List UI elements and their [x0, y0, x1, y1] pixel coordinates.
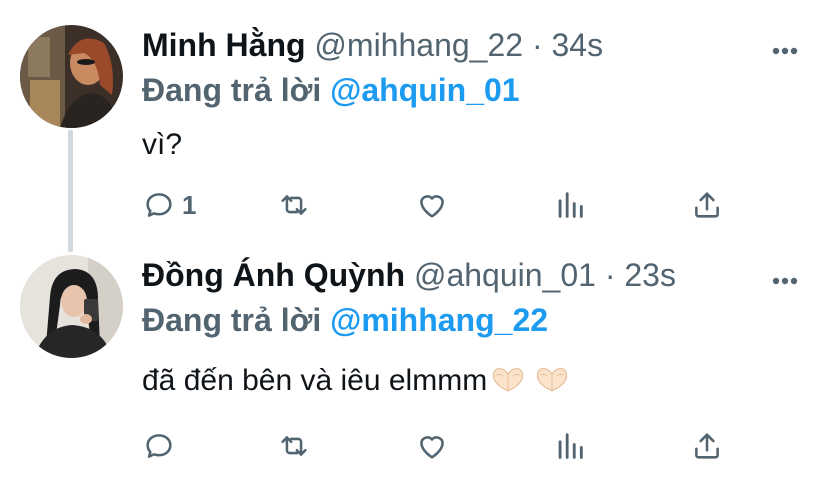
avatar[interactable]	[20, 255, 123, 358]
tweet-header: Minh Hằng @mihhang_22 · 34s	[142, 25, 603, 65]
reply-button[interactable]	[142, 426, 182, 466]
more-icon[interactable]	[772, 42, 798, 55]
separator-dot: ·	[531, 27, 543, 63]
share-icon	[690, 188, 724, 222]
user-handle[interactable]: @ahquin_01	[414, 257, 596, 293]
reply-count: 1	[182, 189, 197, 220]
tweet-text-container: đã đến bên và iêu elmmm	[142, 362, 569, 400]
more-icon[interactable]	[772, 272, 798, 285]
timestamp[interactable]: 23s	[624, 257, 676, 293]
avatar[interactable]	[20, 25, 123, 128]
reply-mention-link[interactable]: @mihhang_22	[330, 302, 548, 338]
views-icon	[555, 429, 585, 463]
retweet-button[interactable]	[276, 185, 312, 225]
retweet-button[interactable]	[276, 426, 312, 466]
timestamp[interactable]: 34s	[551, 27, 603, 63]
share-button[interactable]	[690, 426, 724, 466]
views-button[interactable]	[555, 426, 585, 466]
display-name[interactable]: Minh Hằng	[142, 27, 306, 63]
share-button[interactable]	[690, 185, 724, 225]
like-button[interactable]	[415, 185, 449, 225]
tweet-text: vì?	[142, 128, 183, 161]
like-icon	[415, 188, 449, 222]
action-bar	[0, 426, 828, 466]
like-icon	[415, 429, 449, 463]
reply-icon	[142, 188, 176, 222]
tweet-1[interactable]: Minh Hằng @mihhang_22 · 34s Đang trả lời…	[0, 0, 828, 250]
replying-to-label: Đang trả lời	[142, 302, 322, 338]
retweet-icon	[276, 188, 312, 222]
replying-to: Đang trả lời @ahquin_01	[142, 70, 520, 110]
tweet-text: đã đến bên và iêu elmmm	[142, 364, 488, 397]
reply-icon	[142, 429, 176, 463]
views-icon	[555, 188, 585, 222]
reply-mention-link[interactable]: @ahquin_01	[330, 72, 519, 108]
share-icon	[690, 429, 724, 463]
separator-dot: ·	[604, 257, 616, 293]
like-button[interactable]	[415, 426, 449, 466]
views-button[interactable]	[555, 185, 585, 225]
heart-hands-emoji	[535, 364, 569, 392]
tweet-2[interactable]: Đồng Ánh Quỳnh @ahquin_01 · 23s Đang trả…	[0, 250, 828, 478]
action-bar: 1	[0, 185, 828, 225]
display-name[interactable]: Đồng Ánh Quỳnh	[142, 257, 405, 293]
reply-button[interactable]: 1	[142, 185, 196, 225]
replying-to-label: Đang trả lời	[142, 72, 322, 108]
heart-hands-emoji	[491, 364, 525, 392]
replying-to: Đang trả lời @mihhang_22	[142, 300, 548, 340]
user-handle[interactable]: @mihhang_22	[314, 27, 523, 63]
tweet-header: Đồng Ánh Quỳnh @ahquin_01 · 23s	[142, 255, 676, 295]
retweet-icon	[276, 429, 312, 463]
